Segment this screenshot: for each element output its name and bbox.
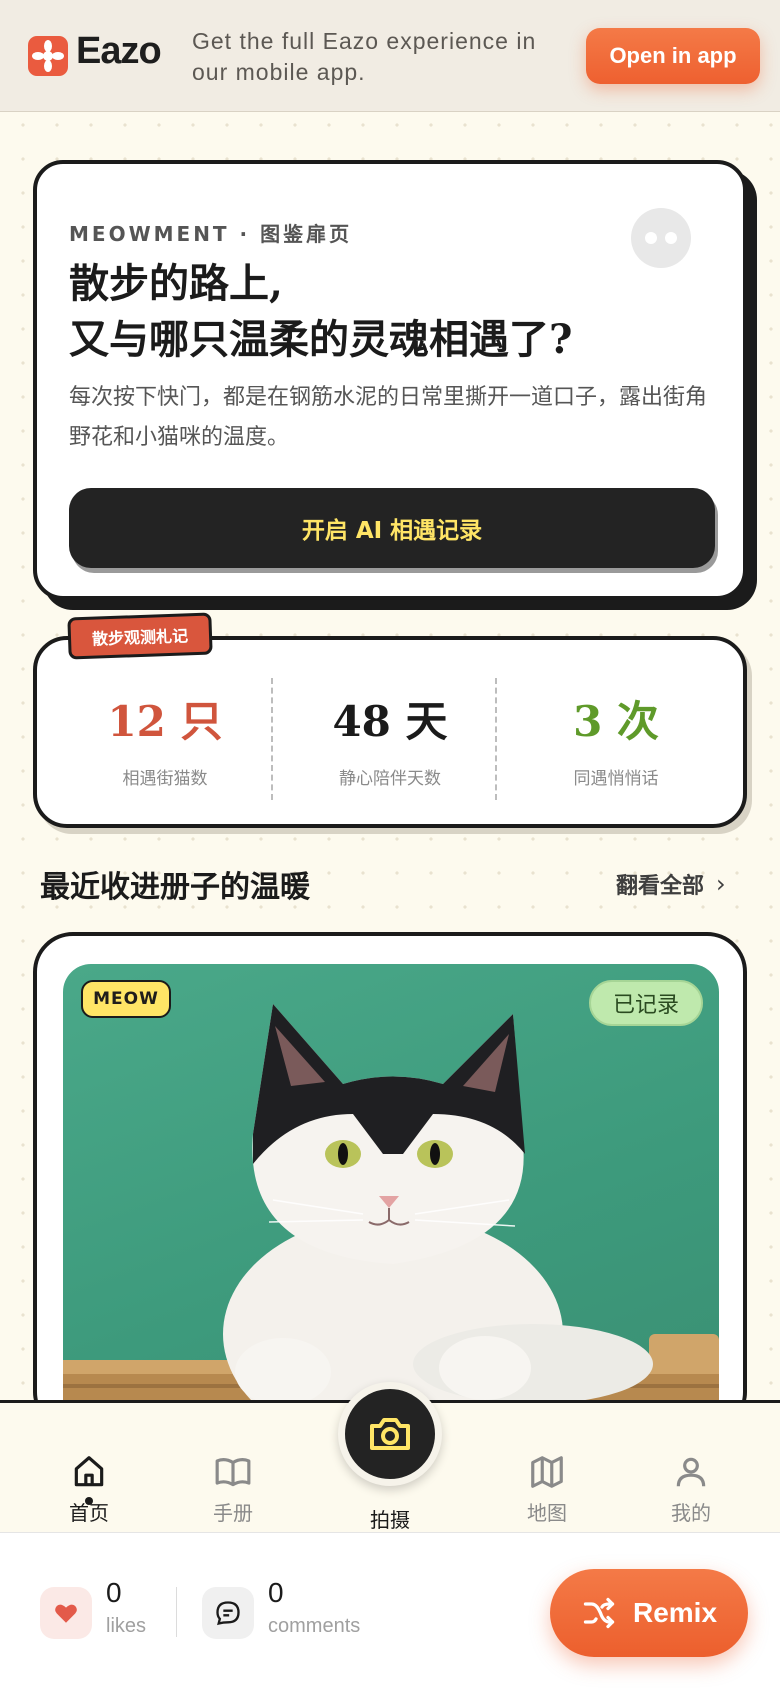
- hero-title-line: 散步的路上,: [69, 260, 283, 307]
- like-button[interactable]: [40, 1587, 92, 1639]
- stat-whispers: 3 次 同遇悄悄话: [504, 640, 728, 824]
- logo-text: Eazo: [76, 30, 162, 72]
- engagement-footer: 0 likes 0 comments Remix: [0, 1532, 780, 1688]
- hero-eyebrow: MEOWMENT · 图鉴扉页: [69, 222, 353, 246]
- likes-count: 0: [106, 1577, 122, 1608]
- recorded-status-badge: 已记录: [589, 980, 703, 1026]
- stat-label: 同遇悄悄话: [573, 769, 659, 789]
- cat-photo: MEOW 已记录: [63, 964, 719, 1428]
- stat-divider: [495, 678, 497, 800]
- recent-section-title: 最近收进册子的温暖: [40, 870, 310, 905]
- tab-label: 手册: [213, 1501, 253, 1525]
- shuffle-icon: [583, 1597, 615, 1629]
- metric-divider: [176, 1587, 177, 1637]
- book-icon: [215, 1458, 251, 1487]
- chevron-right-icon: ›: [716, 870, 726, 898]
- tab-me[interactable]: 我的: [636, 1453, 746, 1526]
- recent-cat-card[interactable]: MEOW 已记录: [33, 932, 747, 1432]
- remix-button[interactable]: Remix: [550, 1569, 748, 1657]
- likes-label: likes: [106, 1615, 147, 1637]
- cat-illustration: [63, 1004, 719, 1428]
- hero-title: 散步的路上, 又与哪只温柔的灵魂相遇了?: [69, 256, 709, 368]
- tab-label: 我的: [671, 1501, 711, 1525]
- map-icon: [531, 1456, 563, 1488]
- tab-handbook[interactable]: 手册: [178, 1453, 288, 1526]
- comment-icon: [216, 1601, 240, 1626]
- app-banner: Eazo Get the full Eazo experience in our…: [0, 0, 780, 112]
- hero-description: 每次按下快门，都是在钢筋水泥的日常里撕开一道口子，露出街角野花和小猫咪的温度。: [69, 385, 708, 450]
- stat-label: 相遇街猫数: [122, 769, 208, 789]
- start-ai-record-button[interactable]: 开启 AI 相遇记录: [69, 488, 715, 568]
- home-icon: [74, 1456, 104, 1487]
- heart-icon: [55, 1604, 77, 1623]
- stats-tag: 散步观测札记: [67, 612, 213, 660]
- comment-button[interactable]: [202, 1587, 254, 1639]
- stat-value: 3 次: [573, 697, 659, 746]
- see-all-label: 翻看全部: [616, 874, 705, 899]
- capture-label: 拍摄: [370, 1508, 410, 1532]
- tab-label: 地图: [527, 1501, 567, 1525]
- camera-icon: [370, 1418, 410, 1450]
- stat-cats: 12 只 相遇街猫数: [53, 640, 277, 824]
- stat-label: 静心陪伴天数: [339, 769, 441, 789]
- stats-card: 12 只 相遇街猫数 48 天 静心陪伴天数 3 次 同遇悄悄话: [33, 636, 747, 828]
- stat-value: 12 只: [107, 697, 223, 746]
- user-icon: [676, 1457, 706, 1487]
- hero-title-line: 又与哪只温柔的灵魂相遇了?: [69, 316, 573, 363]
- tab-map[interactable]: 地图: [492, 1453, 602, 1526]
- open-in-app-button[interactable]: Open in app: [586, 28, 760, 84]
- active-indicator-dot: [85, 1497, 93, 1505]
- stat-divider: [271, 678, 273, 800]
- stat-value: 48 天: [332, 697, 448, 746]
- eazo-logo-icon: [28, 36, 68, 76]
- capture-button[interactable]: [338, 1382, 442, 1486]
- see-all-link[interactable]: 翻看全部 ›: [616, 868, 726, 900]
- meow-badge: MEOW: [81, 980, 171, 1018]
- remix-label: Remix: [632, 1597, 718, 1628]
- comments-label: comments: [268, 1615, 361, 1637]
- tab-home[interactable]: 首页: [34, 1453, 144, 1526]
- comments-count: 0: [268, 1577, 284, 1608]
- hero-card: MEOWMENT · 图鉴扉页 散步的路上, 又与哪只温柔的灵魂相遇了? 每次按…: [33, 160, 747, 600]
- stat-days: 48 天 静心陪伴天数: [278, 640, 502, 824]
- banner-message: Get the full Eazo experience in our mobi…: [192, 28, 537, 85]
